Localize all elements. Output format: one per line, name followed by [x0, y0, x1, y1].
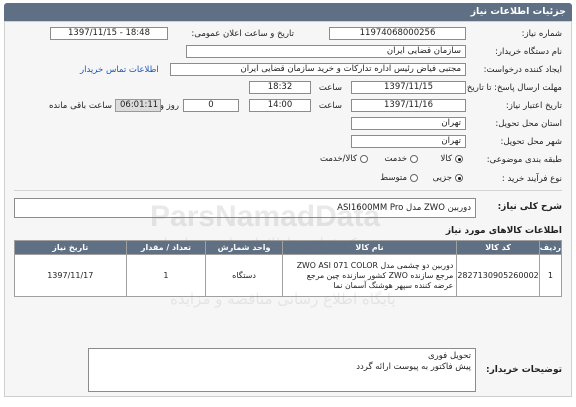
- cell-unit: دستگاه: [205, 254, 283, 297]
- goods-table-header: ردیف کد کالا نام کالا واحد شمارش تعداد /…: [14, 240, 563, 255]
- days-label: روز و: [159, 101, 179, 111]
- category-option-service[interactable]: خدمت: [384, 154, 418, 164]
- city-label: شهر محل تحویل:: [500, 137, 562, 147]
- radio-icon: [360, 155, 368, 163]
- category-option-goods-service[interactable]: کالا/خدمت: [320, 154, 368, 164]
- category-option-goods[interactable]: کالا: [441, 154, 463, 164]
- send-time-label: ساعت: [318, 83, 342, 93]
- page-title: جزئیات اطلاعات نیاز: [470, 6, 566, 17]
- buyer-notes-label: توضیحات خریدار:: [486, 365, 562, 375]
- goods-section-title: اطلاعات کالاهای مورد نیاز: [445, 226, 562, 236]
- validity-time-field[interactable]: 14:00: [249, 99, 311, 112]
- province-label: استان محل تحویل:: [495, 119, 562, 129]
- process-option-medium[interactable]: متوسط: [380, 173, 418, 183]
- buyer-notes-line: تحویل فوری: [428, 351, 471, 361]
- cell-qty: 1: [125, 254, 207, 297]
- cell-row: 1: [538, 254, 563, 297]
- send-time-field[interactable]: 18:32: [249, 81, 311, 94]
- radio-selected-icon: [455, 174, 463, 182]
- cell-name: دوربین دو چشمی مدل ZWO ASI 071 COLOR مرج…: [281, 254, 458, 297]
- goods-table: ردیف کد کالا نام کالا واحد شمارش تعداد /…: [14, 240, 563, 297]
- radio-selected-icon: [455, 155, 463, 163]
- col-header-qty: تعداد / مقدار: [125, 240, 207, 255]
- summary-label: شرح کلی نیاز:: [497, 202, 562, 212]
- process-option-minor[interactable]: جزیی: [433, 173, 463, 183]
- radio-icon: [410, 174, 418, 182]
- requester-label: ایجاد کننده درخواست:: [483, 65, 562, 75]
- announce-label: تاریخ و ساعت اعلان عمومی:: [191, 29, 294, 39]
- table-row: 1 2827130905260002 دوربین دو چشمی مدل ZW…: [14, 254, 563, 297]
- days-field[interactable]: 0: [183, 99, 239, 112]
- category-label: طبقه بندی موضوعی:: [486, 155, 562, 165]
- col-header-code: کد کالا: [456, 240, 540, 255]
- send-date-field[interactable]: 1397/11/15: [351, 81, 466, 94]
- buyer-label: نام دستگاه خریدار:: [495, 47, 562, 57]
- buyer-notes-line: پیش فاکتور به پیوست ارائه گردد: [356, 362, 471, 372]
- requester-field[interactable]: مجتبی فیاض رئیس اداره تدارکات و خرید ساز…: [170, 63, 466, 76]
- col-header-date: تاریخ نیاز: [14, 240, 127, 255]
- radio-icon: [410, 155, 418, 163]
- province-field[interactable]: تهران: [351, 117, 466, 130]
- validity-label: تاریخ اعتبار نیاز:: [505, 101, 562, 111]
- cell-code: 2827130905260002: [456, 254, 540, 297]
- col-header-name: نام کالا: [281, 240, 458, 255]
- col-header-row: ردیف: [538, 240, 563, 255]
- col-header-unit: واحد شمارش: [205, 240, 283, 255]
- need-number-field[interactable]: 1197406800025​6: [329, 27, 466, 40]
- cell-date: 1397/11/17: [14, 254, 127, 297]
- page-header: جزئیات اطلاعات نیاز: [4, 3, 572, 21]
- send-deadline-label: مهلت ارسال پاسخ: تا تاریخ:: [464, 83, 562, 93]
- announce-field[interactable]: 1397/11/15 - 18:48: [50, 27, 168, 40]
- remaining-label: ساعت باقی مانده: [48, 101, 112, 111]
- process-label: نوع فرآیند خرید :: [501, 174, 562, 184]
- summary-field[interactable]: دوربین ZWO مدل ASI1600MM Pro: [14, 198, 476, 218]
- remaining-time-field: 06:01:11: [115, 99, 161, 112]
- validity-date-field[interactable]: 1397/11/16: [351, 99, 466, 112]
- city-field[interactable]: تهران: [351, 135, 466, 148]
- buyer-contact-link[interactable]: اطلاعات تماس خریدار: [80, 65, 159, 75]
- buyer-notes-field[interactable]: تحویل فوری پیش فاکتور به پیوست ارائه گرد…: [88, 348, 476, 392]
- validity-time-label: ساعت: [318, 101, 342, 111]
- need-number-label: شماره نیاز:: [521, 29, 562, 39]
- buyer-field[interactable]: سازمان قضایی ایران: [186, 45, 466, 58]
- divider: [14, 190, 562, 191]
